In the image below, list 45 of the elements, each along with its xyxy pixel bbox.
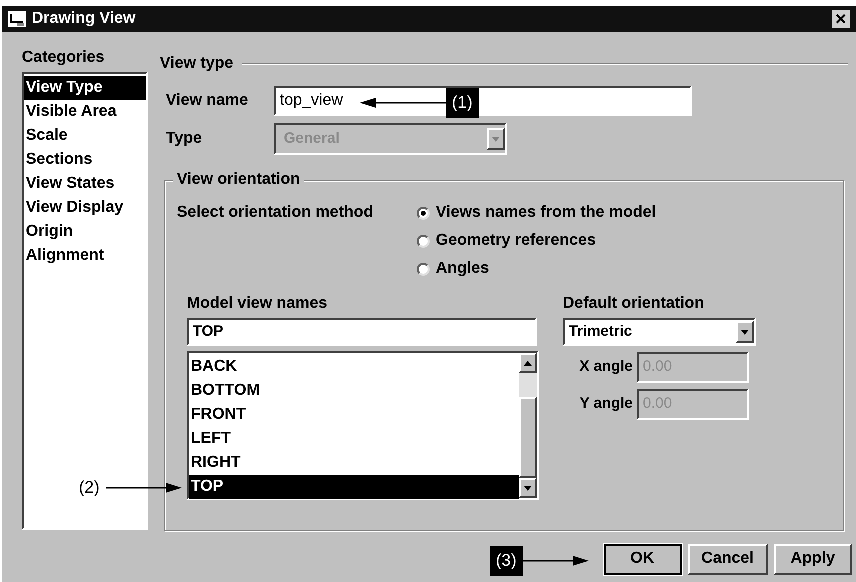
radio-label[interactable]: Views names from the model <box>436 201 656 225</box>
dialog-button[interactable]: Cancel <box>688 544 768 574</box>
view-name-input[interactable]: TOP <box>187 318 537 346</box>
radio-button[interactable] <box>417 234 430 248</box>
field-label: View name <box>166 91 250 111</box>
radio-button[interactable] <box>417 206 430 220</box>
list-item[interactable]: RIGHT <box>189 451 519 475</box>
category-item[interactable]: Alignment <box>24 244 146 268</box>
list-label: Model view names <box>187 295 328 313</box>
list-item[interactable]: LEFT <box>189 427 519 451</box>
callout-label: (1) <box>446 88 479 118</box>
angle-label: X angle <box>578 357 633 378</box>
radio-label[interactable]: Geometry references <box>436 229 596 253</box>
list-item[interactable]: BOTTOM <box>189 379 519 403</box>
orientation-dropdown[interactable]: Trimetric <box>563 318 756 346</box>
section-title: View type <box>160 54 234 74</box>
dialog-button[interactable]: Apply <box>774 544 852 574</box>
category-item[interactable]: View Type <box>24 76 146 100</box>
category-item[interactable]: Origin <box>24 220 146 244</box>
category-item[interactable]: View States <box>24 172 146 196</box>
orientation-label: Default orientation <box>563 295 706 313</box>
category-item[interactable]: View Display <box>24 196 146 220</box>
radio-label[interactable]: Angles <box>436 257 490 281</box>
list-item[interactable]: TOP <box>189 475 519 499</box>
window-title: Drawing View <box>32 9 136 29</box>
category-item[interactable]: Visible Area <box>24 100 146 124</box>
scrollbar[interactable] <box>519 353 537 498</box>
category-item[interactable]: Sections <box>24 148 146 172</box>
category-item[interactable]: Scale <box>24 124 146 148</box>
list-item[interactable]: BACK <box>189 355 519 379</box>
dialog-button[interactable]: OK <box>604 544 682 574</box>
close-button[interactable] <box>832 10 850 28</box>
scroll-up-icon[interactable] <box>519 353 537 373</box>
scroll-down-icon[interactable] <box>519 478 537 498</box>
angle-label: Y angle <box>578 394 633 414</box>
radio-button[interactable] <box>417 262 430 276</box>
method-label: Select orientation method <box>177 203 374 223</box>
scroll-thumb[interactable] <box>519 397 537 478</box>
app-icon <box>8 11 26 27</box>
categories-title: Categories <box>22 49 106 67</box>
list-item[interactable]: FRONT <box>189 403 519 427</box>
close-icon <box>836 14 846 24</box>
callout-label: (3) <box>490 546 523 576</box>
field-label: Type <box>166 129 204 149</box>
callout-arrow <box>522 555 589 567</box>
